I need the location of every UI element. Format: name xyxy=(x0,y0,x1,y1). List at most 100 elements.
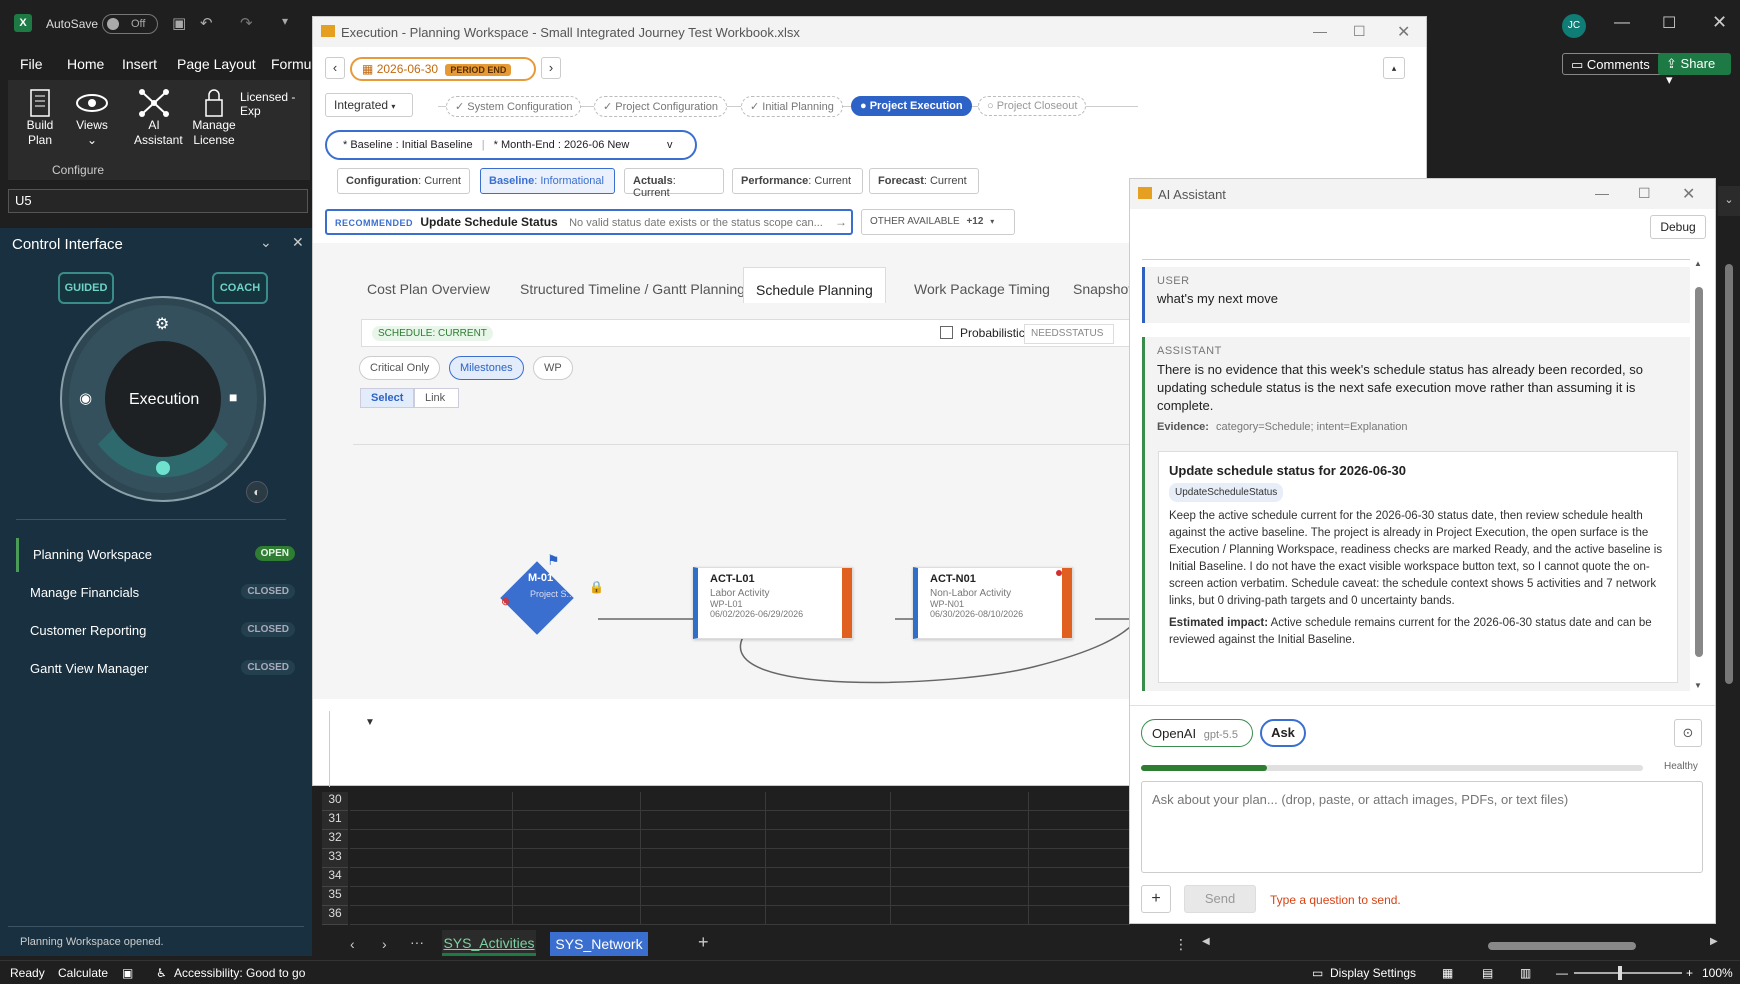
grid-row[interactable] xyxy=(350,811,1130,830)
chat-scrollbar[interactable] xyxy=(1695,265,1703,685)
stage-project-configuration[interactable]: ✓ Project Configuration xyxy=(594,96,727,117)
next-sheet-icon[interactable]: › xyxy=(382,936,387,952)
link-mode-button[interactable]: Link xyxy=(414,388,459,408)
more-sheets-icon[interactable]: ··· xyxy=(410,934,424,950)
manage-license-button[interactable]: Manage License xyxy=(186,88,242,148)
chip-forecast[interactable]: Forecast: Current xyxy=(869,168,979,194)
chat-input[interactable] xyxy=(1141,781,1703,873)
collapse-icon[interactable]: ▴ xyxy=(1383,57,1405,79)
zoom-slider[interactable] xyxy=(1574,966,1682,980)
eye-view-icon[interactable]: ◉ xyxy=(79,389,92,407)
minimize-icon[interactable]: — xyxy=(1614,14,1630,32)
workspace-item-planning[interactable]: Planning Workspace OPEN xyxy=(16,538,299,572)
horizontal-scrollbar[interactable]: ◀ ▶ xyxy=(1202,936,1722,950)
menu-insert[interactable]: Insert xyxy=(122,56,157,72)
menu-formulas[interactable]: Formul xyxy=(271,56,315,72)
workspace-item-customer-reporting[interactable]: Customer Reporting CLOSED xyxy=(16,614,299,648)
baseline-monthend-selector[interactable]: * Baseline : Initial Baseline | * Month-… xyxy=(325,130,697,160)
grid-row[interactable] xyxy=(350,830,1130,849)
row-header[interactable]: 31 xyxy=(322,811,348,830)
row-header[interactable]: 35 xyxy=(322,887,348,906)
close-icon[interactable]: ✕ xyxy=(1682,184,1695,204)
theme-toggle-icon[interactable]: ◐ xyxy=(246,481,268,503)
close-icon[interactable]: ✕ xyxy=(1397,22,1410,42)
grid-row[interactable] xyxy=(350,849,1130,868)
folder-icon[interactable]: ■ xyxy=(229,389,237,405)
ribbon-collapse-icon[interactable]: ⌄ xyxy=(1718,186,1740,216)
workspace-item-financials[interactable]: Manage Financials CLOSED xyxy=(16,576,299,610)
prev-sheet-icon[interactable]: ‹ xyxy=(350,936,355,952)
zoom-in-icon[interactable]: + xyxy=(1686,966,1693,980)
grid-row[interactable] xyxy=(350,906,1130,925)
row-header[interactable]: 33 xyxy=(322,849,348,868)
save-icon[interactable]: ▣ xyxy=(172,14,186,32)
menu-file[interactable]: File xyxy=(20,56,43,72)
stage-project-execution[interactable]: ● Project Execution xyxy=(851,96,972,116)
add-sheet-icon[interactable]: + xyxy=(698,932,709,953)
expand-toggle-icon[interactable]: ▼ xyxy=(365,717,375,728)
customize-qat-icon[interactable]: ▾ xyxy=(282,14,288,28)
calculate-button[interactable]: Calculate xyxy=(58,966,108,980)
row-header[interactable]: 32 xyxy=(322,830,348,849)
menu-home[interactable]: Home xyxy=(67,56,104,72)
display-settings-button[interactable]: Display Settings xyxy=(1330,966,1416,980)
filter-wp[interactable]: WP xyxy=(533,356,573,380)
sheet-tab-network[interactable]: SYS_Network xyxy=(550,932,648,956)
tab-snapshot[interactable]: Snapshot M xyxy=(1061,273,1131,305)
tab-cost-plan-overview[interactable]: Cost Plan Overview xyxy=(355,273,502,305)
stage-project-closeout[interactable]: ○ Project Closeout xyxy=(978,96,1087,116)
maximize-icon[interactable]: ☐ xyxy=(1353,23,1366,40)
autosave-toggle[interactable]: Off xyxy=(102,14,158,34)
page-layout-icon[interactable]: ▤ xyxy=(1482,966,1493,980)
chip-actuals[interactable]: Actuals: Current xyxy=(624,168,724,199)
activity-node-n01[interactable]: ACT-N01 Non-Labor Activity WP-N01 06/30/… xyxy=(913,567,1073,639)
sheet-tab-activities[interactable]: SYS_Activities xyxy=(442,930,536,956)
undo-icon[interactable]: ↶ xyxy=(200,14,213,32)
close-icon[interactable]: ✕ xyxy=(1712,12,1727,33)
grid-row[interactable] xyxy=(350,868,1130,887)
tab-structured-timeline[interactable]: Structured Timeline / Gantt Planning xyxy=(508,273,757,305)
views-button[interactable]: Views ⌄ xyxy=(66,88,118,148)
stage-system-configuration[interactable]: ✓ System Configuration xyxy=(446,96,582,117)
gear-icon[interactable]: ⚙ xyxy=(155,314,169,334)
build-plan-button[interactable]: Build Plan xyxy=(18,88,62,148)
filter-critical-only[interactable]: Critical Only xyxy=(359,356,441,380)
other-available-dropdown[interactable]: OTHER AVAILABLE +12 ▾ xyxy=(861,209,1015,235)
stage-initial-planning[interactable]: ✓ Initial Planning xyxy=(741,96,843,117)
ai-assistant-button[interactable]: AI Assistant xyxy=(124,88,184,148)
row-header[interactable]: 30 xyxy=(322,792,348,811)
chip-performance[interactable]: Performance: Current xyxy=(732,168,863,194)
settings-icon[interactable]: ⊙ xyxy=(1674,719,1702,747)
share-button[interactable]: ⇪ Share ▾ xyxy=(1658,53,1731,87)
provider-selector[interactable]: OpenAI gpt-5.5 xyxy=(1141,719,1253,747)
options-icon[interactable]: ⋮ xyxy=(1174,936,1188,953)
grid-row[interactable] xyxy=(350,792,1130,811)
scroll-down-icon[interactable]: ▼ xyxy=(1694,681,1702,690)
row-header[interactable]: 36 xyxy=(322,906,348,925)
attach-button[interactable]: + xyxy=(1141,885,1171,913)
workspace-item-gantt-view[interactable]: Gantt View Manager CLOSED xyxy=(16,652,299,686)
minimize-icon[interactable]: — xyxy=(1313,23,1327,39)
chip-configuration[interactable]: Configuration: Current xyxy=(337,168,470,194)
close-panel-icon[interactable]: ✕ xyxy=(292,234,304,251)
maximize-icon[interactable]: ☐ xyxy=(1638,185,1651,202)
normal-view-icon[interactable]: ▦ xyxy=(1442,966,1453,980)
name-box[interactable]: U5 xyxy=(8,189,308,213)
recommended-action[interactable]: RECOMMENDED Update Schedule Status No va… xyxy=(325,209,853,235)
vertical-scrollbar[interactable] xyxy=(1718,240,1740,930)
grid-row[interactable] xyxy=(350,887,1130,906)
remove-icon[interactable]: ⊗ xyxy=(501,595,510,608)
row-header[interactable]: 34 xyxy=(322,868,348,887)
zoom-level[interactable]: 100% xyxy=(1702,966,1733,980)
tab-schedule-planning[interactable]: Schedule Planning xyxy=(743,267,886,303)
prev-date-button[interactable]: ‹ xyxy=(325,57,345,79)
view-select[interactable]: Integrated ▾ xyxy=(325,93,413,117)
activity-node-l01[interactable]: ACT-L01 Labor Activity WP-L01 06/02/2026… xyxy=(693,567,853,639)
ask-mode-button[interactable]: Ask xyxy=(1260,719,1306,747)
macro-icon[interactable]: ▣ xyxy=(122,966,133,980)
filter-milestones[interactable]: Milestones xyxy=(449,356,524,380)
redo-icon[interactable]: ↷ xyxy=(240,14,253,32)
send-button[interactable]: Send xyxy=(1184,885,1256,913)
page-break-icon[interactable]: ▥ xyxy=(1520,966,1531,980)
user-avatar[interactable]: JC xyxy=(1562,14,1586,38)
